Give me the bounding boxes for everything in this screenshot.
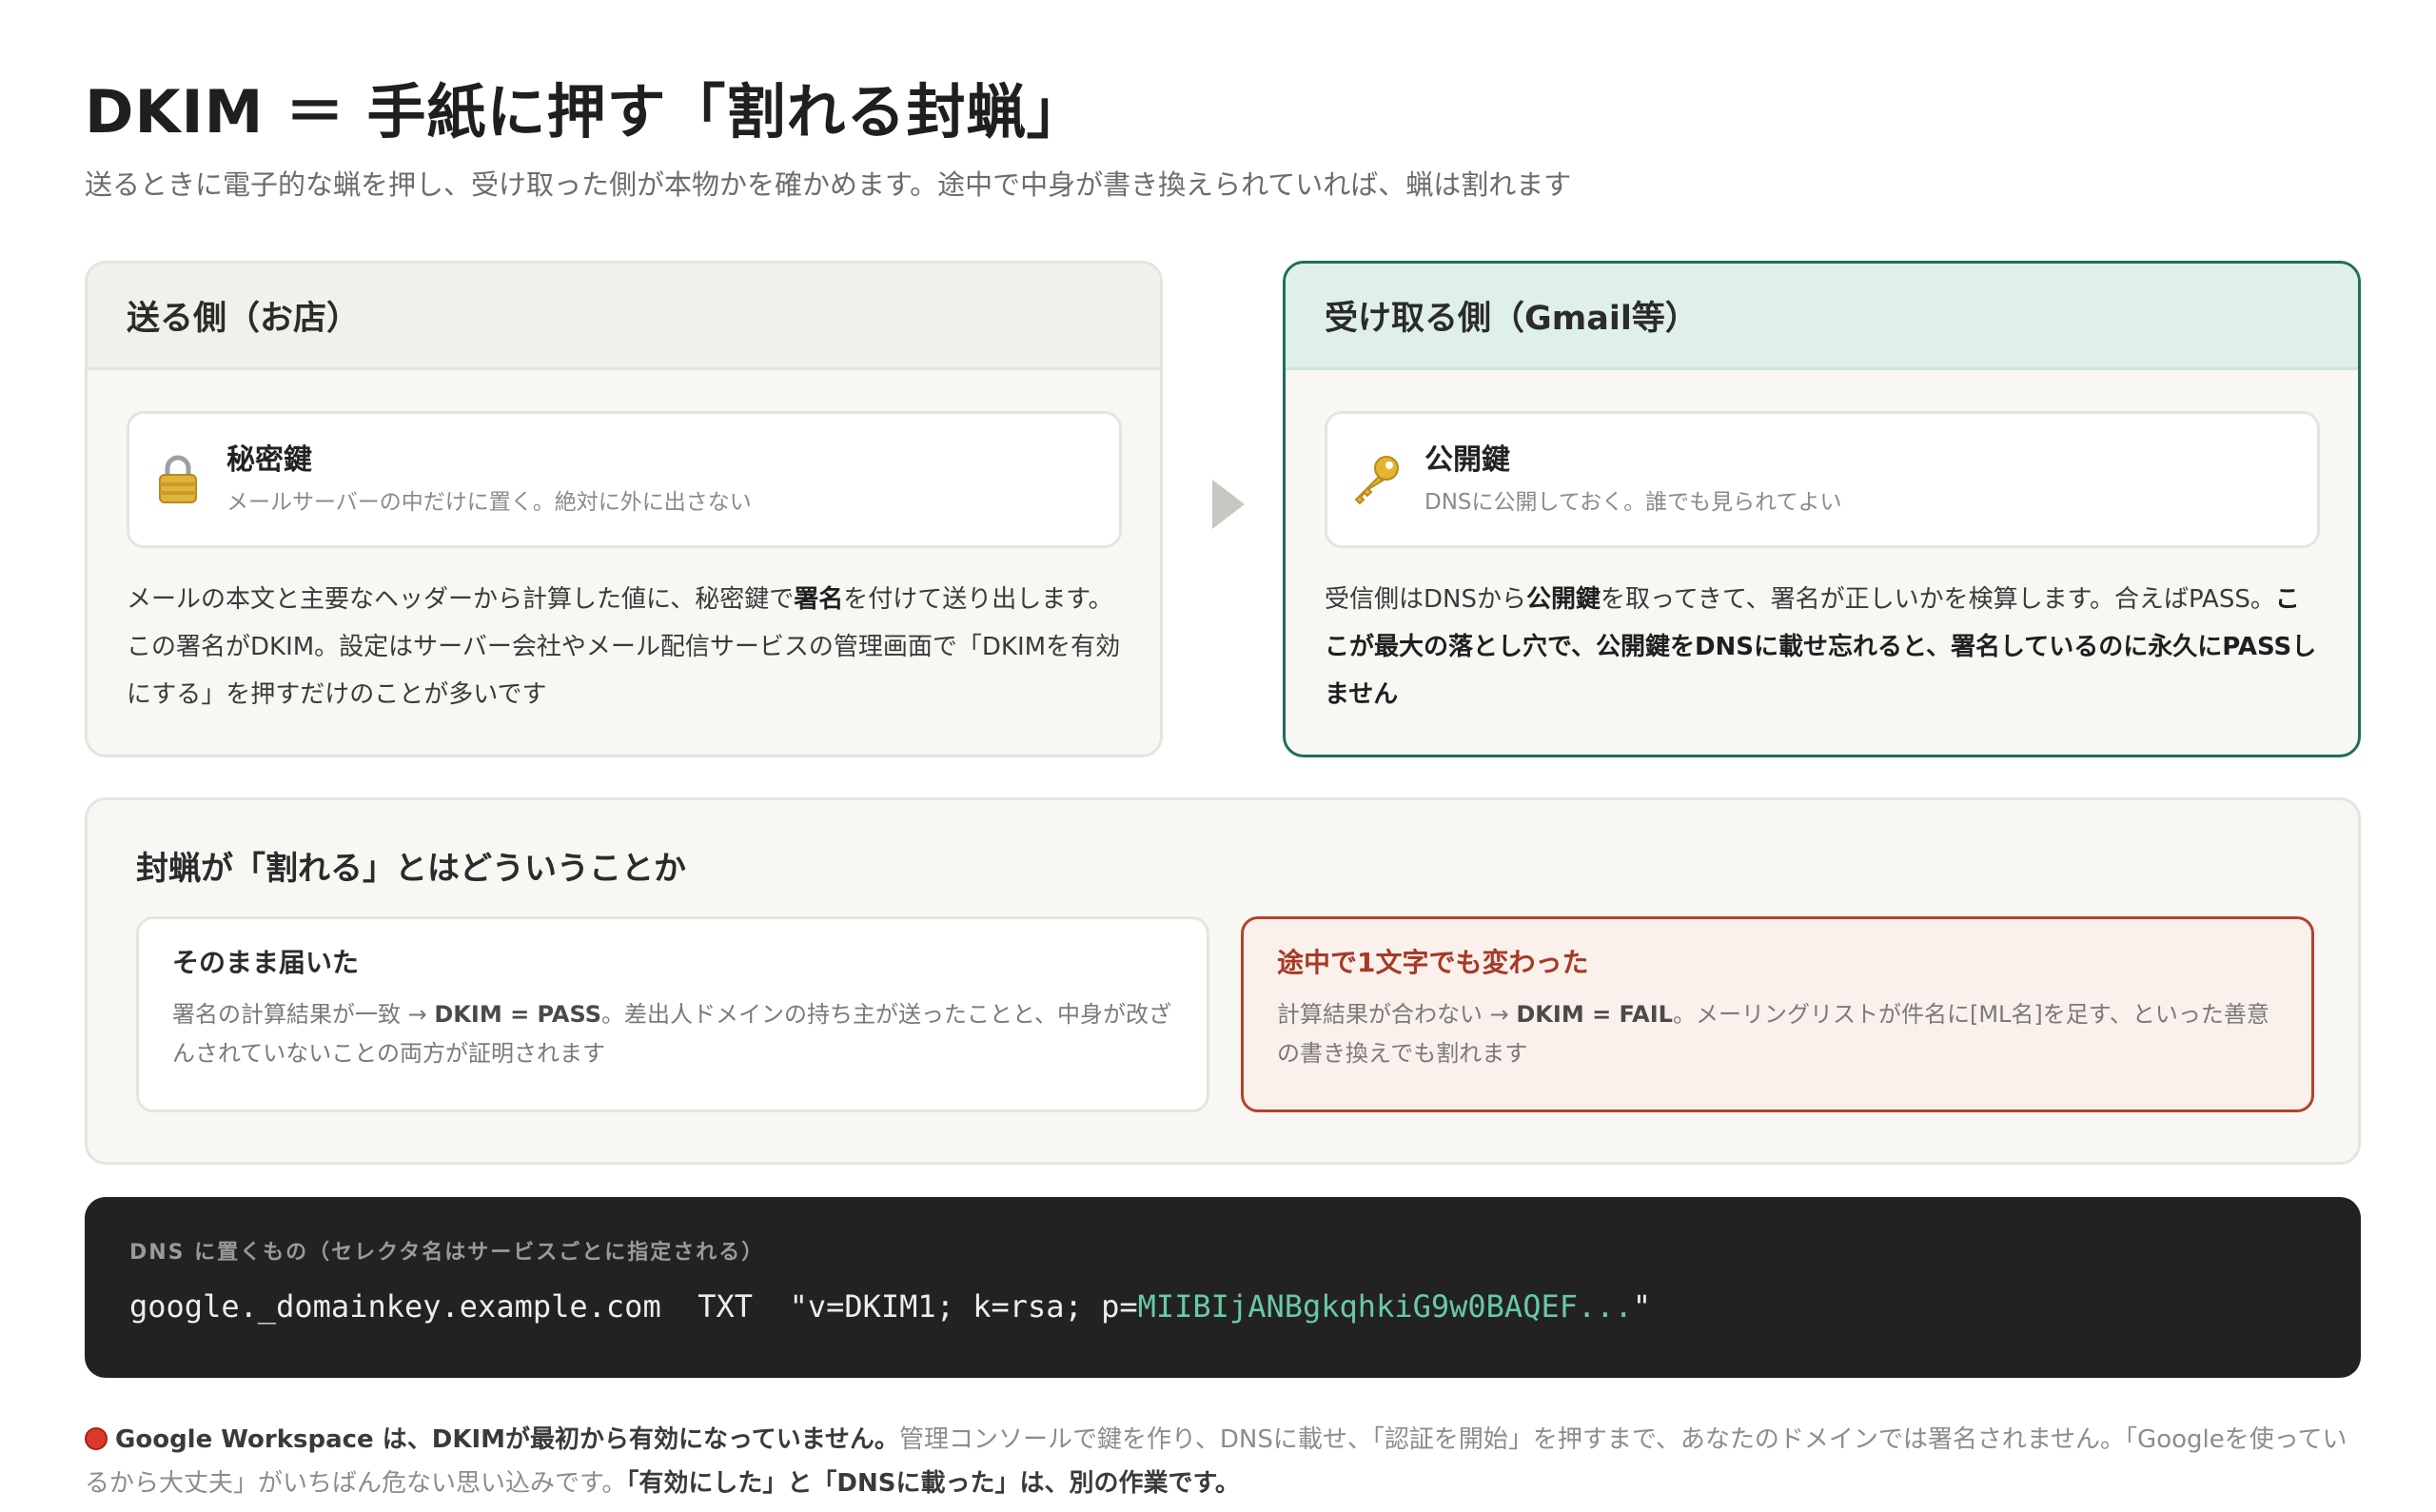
page: DKIM ＝ 手紙に押す「割れる封蝋」 送るときに電子的な蝋を押し、受け取った側…: [85, 72, 2361, 1498]
pass-text-1: 署名の計算結果が一致 →: [172, 1001, 435, 1028]
page-subtitle: 送るときに電子的な蝋を押し、受け取った側が本物かを確かめます。途中で中身が書き換…: [85, 168, 1572, 201]
public-key-desc: DNSに公開しておく。誰でも見られてよい: [1424, 490, 1842, 515]
sender-body-bold: 署名: [794, 585, 844, 614]
private-key-box: 秘密鍵 メールサーバーの中だけに置く。絶対に外に出さない: [127, 411, 1122, 548]
fail-case: 途中で1文字でも変わった 計算結果が合わない → DKIM = FAIL。メーリ…: [1241, 916, 2314, 1112]
red-circle-icon: [85, 1427, 108, 1450]
dns-record[interactable]: google._domainkey.example.com TXT "v=DKI…: [129, 1288, 1651, 1325]
dns-public-key: MIIBIjANBgkqhkiG9w0BAQEF...: [1137, 1288, 1633, 1325]
sender-body-text: メールの本文と主要なヘッダーから計算した値に、秘密鍵で: [127, 585, 795, 614]
receiver-heading: 受け取る側（Gmail等）: [1286, 264, 2358, 370]
key-comparison: 送る側（お店） 秘密鍵 メールサーバーの中だけに置く。絶対に外に出さない メール…: [85, 261, 2361, 757]
pass-case-text: 署名の計算結果が一致 → DKIM = PASS。差出人ドメインの持ち主が送った…: [172, 995, 1173, 1073]
arrow-right-icon: [1210, 478, 1247, 535]
fail-case-title: 途中で1文字でも変わった: [1277, 947, 1589, 978]
seal-section: 封蝋が「割れる」とはどういうことか そのまま届いた 署名の計算結果が一致 → D…: [85, 797, 2361, 1165]
fail-case-text: 計算結果が合わない → DKIM = FAIL。メーリングリストが件名に[ML名…: [1277, 995, 2278, 1073]
dns-record-suffix: ": [1632, 1288, 1652, 1325]
page-title: DKIM ＝ 手紙に押す「割れる封蝋」: [85, 77, 1087, 147]
public-key-title: 公開鍵: [1424, 443, 1510, 477]
fail-text-1: 計算結果が合わない →: [1277, 1001, 1517, 1028]
receiver-body-text: 受信側はDNSから: [1325, 585, 1526, 614]
pass-case: そのまま届いた 署名の計算結果が一致 → DKIM = PASS。差出人ドメイン…: [136, 916, 1209, 1112]
sender-card: 送る側（お店） 秘密鍵 メールサーバーの中だけに置く。絶対に外に出さない メール…: [85, 261, 1163, 757]
dns-record-block: DNS に置くもの（セレクタ名はサービスごとに指定される） google._do…: [85, 1197, 2361, 1378]
pass-case-title: そのまま届いた: [172, 947, 360, 978]
dns-label: DNS に置くもの（セレクタ名はサービスごとに指定される）: [129, 1241, 765, 1265]
public-key-box: 公開鍵 DNSに公開しておく。誰でも見られてよい: [1325, 411, 2320, 548]
receiver-body: 受信側はDNSから公開鍵を取ってきて、署名が正しいかを検算します。合えばPASS…: [1325, 576, 2324, 718]
warning-note: Google Workspace は、DKIMが最初から有効になっていません。管…: [85, 1418, 2361, 1505]
private-key-desc: メールサーバーの中だけに置く。絶対に外に出さない: [226, 490, 752, 515]
lock-icon: [129, 455, 226, 504]
pass-result: DKIM = PASS: [434, 1001, 601, 1028]
warning-conclusion: 「有効にした」と「DNSに載った」は、別の作業です。: [626, 1469, 1240, 1498]
fail-result: DKIM = FAIL: [1516, 1001, 1673, 1028]
dns-record-prefix: google._domainkey.example.com TXT "v=DKI…: [129, 1288, 1138, 1325]
receiver-body-bold: 公開鍵: [1525, 585, 1601, 614]
sender-body: メールの本文と主要なヘッダーから計算した値に、秘密鍵で署名を付けて送り出します。…: [127, 576, 1126, 718]
sender-heading: 送る側（お店）: [88, 264, 1160, 370]
private-key-title: 秘密鍵: [226, 443, 312, 477]
warning-bold: Google Workspace は、DKIMが最初から有効になっていません。: [115, 1425, 899, 1454]
receiver-body-text-2: を取ってきて、署名が正しいかを検算します。合えばPASS。: [1601, 585, 2275, 614]
receiver-card: 受け取る側（Gmail等） 公開鍵 DNSに公開しておく。誰でも見られてよい 受…: [1283, 261, 2361, 757]
key-icon: [1327, 454, 1424, 505]
seal-title: 封蝋が「割れる」とはどういうことか: [136, 850, 686, 888]
